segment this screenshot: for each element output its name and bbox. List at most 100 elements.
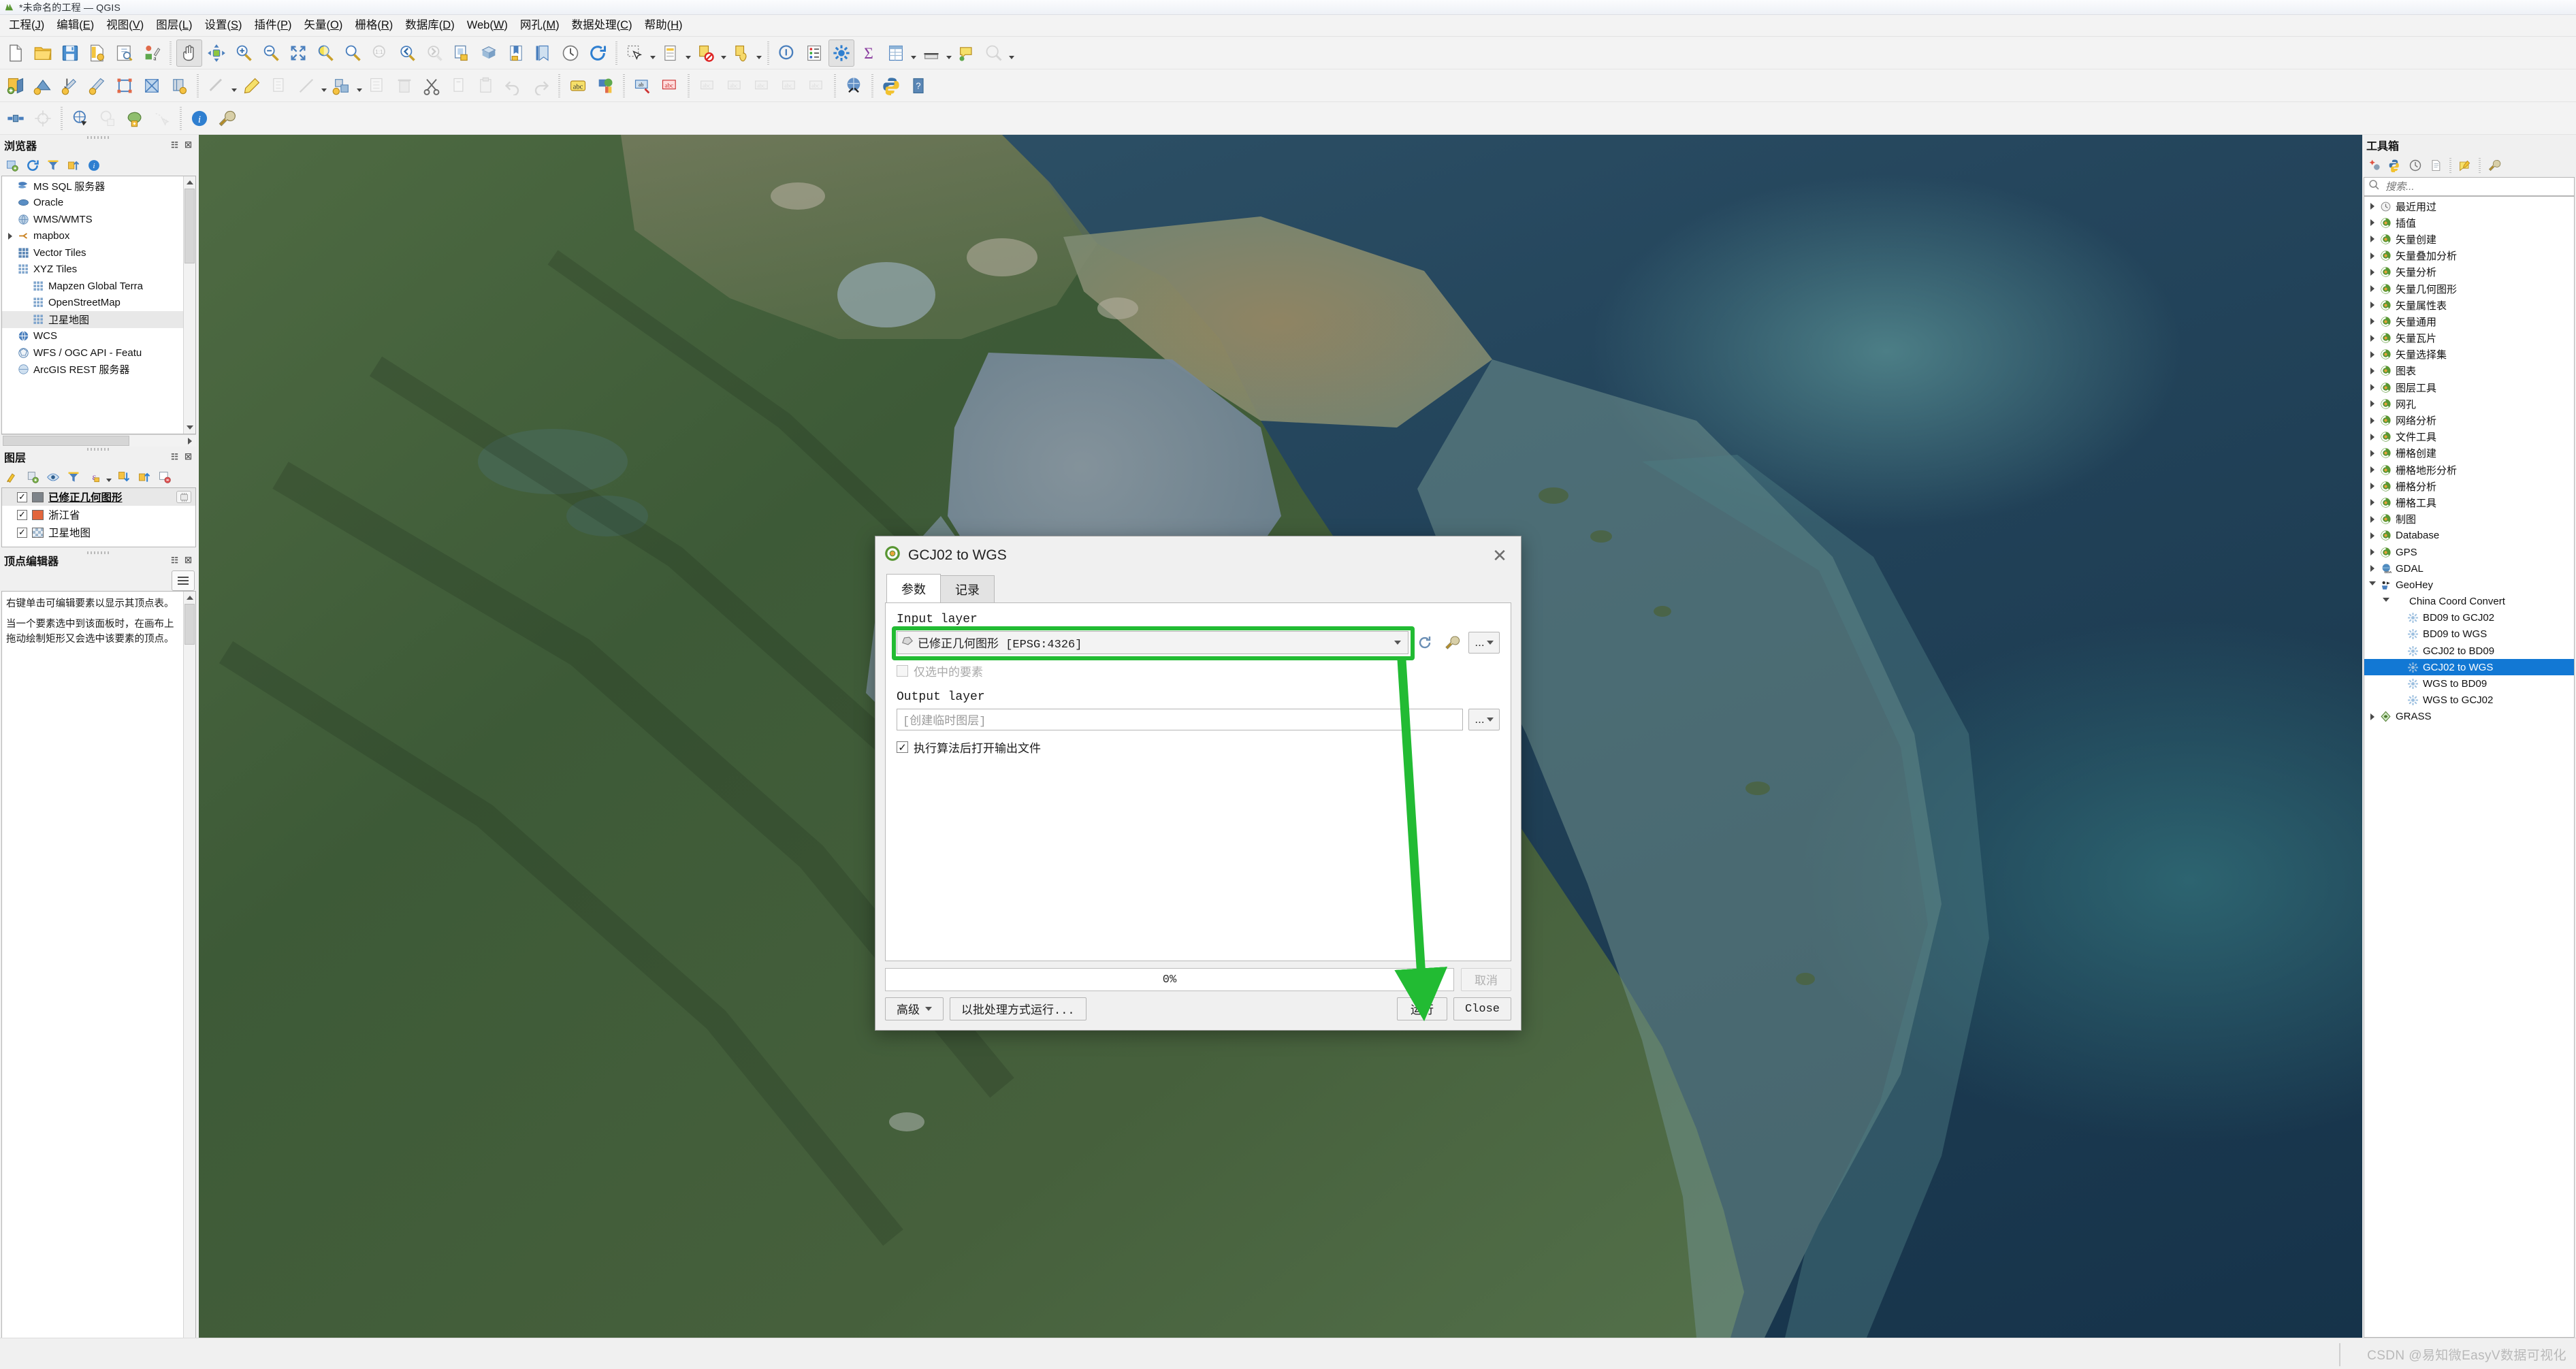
open-project-button[interactable] <box>30 39 56 67</box>
identify-features-dropdown[interactable] <box>755 39 763 67</box>
refresh-icon[interactable] <box>23 157 42 174</box>
georeferencer-button[interactable] <box>67 105 93 132</box>
close-icon[interactable]: ☒ <box>183 140 193 150</box>
menu-item-5[interactable]: 设置(S) <box>198 18 248 33</box>
float-icon[interactable]: ☷ <box>170 555 180 566</box>
expand-arrow-icon[interactable] <box>2367 334 2378 342</box>
toolbox-item[interactable]: 矢量瓦片 <box>2364 330 2574 347</box>
expand-arrow-icon[interactable] <box>2367 483 2378 490</box>
vertex-tool-button[interactable] <box>112 72 138 99</box>
browser-item[interactable]: WFS / OGC API - Featu <box>2 344 183 361</box>
add-group-icon[interactable] <box>23 468 42 486</box>
browser-item[interactable]: ArcGIS REST 服务器 <box>2 361 183 379</box>
output-layer-browse-button[interactable]: ... <box>1468 709 1500 730</box>
add-layer-icon[interactable] <box>3 157 22 174</box>
menu-item-8[interactable]: 栅格(R) <box>349 18 399 33</box>
toolbox-item[interactable]: GCJ02 to BD09 <box>2364 643 2574 659</box>
select-by-value-button[interactable] <box>658 39 683 67</box>
expand-arrow-icon[interactable] <box>2367 532 2378 539</box>
undo-button[interactable] <box>500 72 526 99</box>
measure-line-button[interactable] <box>918 39 944 67</box>
dialog-tab-2[interactable]: 记录 <box>940 575 995 602</box>
expression-filter-dropdown[interactable] <box>105 468 113 486</box>
new-map-view-button[interactable] <box>449 39 474 67</box>
selected-features-only-row[interactable]: 仅选中的要素 <box>897 662 1500 679</box>
current-edits-button[interactable] <box>3 72 29 99</box>
deselect-features-button[interactable] <box>693 39 719 67</box>
highlight-labels-button[interactable]: abc <box>657 72 683 99</box>
rotate-label-button[interactable]: abc <box>694 72 720 99</box>
float-icon[interactable]: ☷ <box>170 452 180 462</box>
expand-arrow-icon[interactable] <box>2367 499 2378 506</box>
label-toolbar-button[interactable]: abc <box>565 72 591 99</box>
filter-icon[interactable] <box>44 157 63 174</box>
layer-visibility-checkbox[interactable]: ✓ <box>17 509 27 520</box>
zoom-out-button[interactable] <box>258 39 284 67</box>
menu-item-6[interactable]: 插件(P) <box>248 18 297 33</box>
expand-arrow-icon[interactable] <box>2367 713 2378 720</box>
layer-visibility-checkbox[interactable]: ✓ <box>17 527 27 538</box>
merge-features-button[interactable] <box>329 72 355 99</box>
browser-tree-container[interactable]: MS SQL 服务器 Oracle WMS/WMTS mapbox Vector Til… <box>1 176 196 434</box>
close-icon[interactable]: ✕ <box>1488 544 1511 567</box>
collapse-all-icon[interactable] <box>64 157 83 174</box>
toolbox-item[interactable]: 矢量分析 <box>2364 264 2574 280</box>
toolbox-item[interactable]: BD09 to WGS <box>2364 626 2574 643</box>
expand-arrow-icon[interactable] <box>2367 367 2378 374</box>
remove-layer-icon[interactable] <box>155 468 174 486</box>
toolbox-item[interactable]: 栅格分析 <box>2364 478 2574 494</box>
scroll-thumb[interactable] <box>184 189 195 263</box>
scroll-down-icon[interactable] <box>184 421 195 434</box>
edit-model-icon[interactable] <box>2456 157 2475 174</box>
menu-item-2[interactable]: 编辑(E) <box>50 18 100 33</box>
expand-arrow-icon[interactable] <box>2381 598 2392 605</box>
toolbox-item[interactable]: Database <box>2364 528 2574 544</box>
iterate-icon[interactable] <box>1414 632 1436 654</box>
browser-item[interactable]: 卫星地图 <box>2 311 183 328</box>
layer-visibility-checkbox[interactable]: ✓ <box>17 492 27 502</box>
menu-item-1[interactable]: 工程(J) <box>3 18 50 33</box>
toolbox-item[interactable]: 图层工具 <box>2364 379 2574 396</box>
new-label-button[interactable]: ab <box>630 72 656 99</box>
expand-arrow-icon[interactable] <box>2367 466 2378 474</box>
browser-horizontal-scrollbar[interactable] <box>1 434 196 447</box>
deselect-features-dropdown[interactable] <box>720 39 728 67</box>
identify-features-button[interactable] <box>728 39 754 67</box>
gps-information-button[interactable] <box>3 105 29 132</box>
pinned-labels-dropdown[interactable] <box>1008 39 1016 67</box>
reshape-features-button[interactable] <box>364 72 390 99</box>
input-layer-combo[interactable]: 已修正几何图形 [EPSG:4326] <box>897 631 1408 654</box>
browser-tree[interactable]: MS SQL 服务器 Oracle WMS/WMTS mapbox Vector Til… <box>2 176 195 378</box>
browser-item[interactable]: WMS/WMTS <box>2 211 183 228</box>
save-layer-edits-button[interactable] <box>57 72 83 99</box>
browser-item[interactable]: OpenStreetMap <box>2 295 183 312</box>
expand-arrow-icon[interactable] <box>2367 318 2378 325</box>
pan-map-button[interactable] <box>176 39 202 67</box>
input-layer-browse-button[interactable]: ... <box>1468 632 1500 654</box>
toolbox-item[interactable]: GRASS <box>2364 709 2574 725</box>
close-button[interactable]: Close <box>1453 997 1511 1020</box>
hscroll-thumb[interactable] <box>3 436 129 446</box>
toolbox-item[interactable]: 矢量叠加分析 <box>2364 248 2574 264</box>
results-icon[interactable] <box>2426 157 2445 174</box>
style-manager-icon[interactable] <box>3 468 22 486</box>
layer-row[interactable]: ✓ 浙江省 <box>2 506 195 524</box>
add-raster-georef-button[interactable] <box>95 105 120 132</box>
hamburger-icon[interactable] <box>172 570 195 591</box>
select-by-value-dropdown[interactable] <box>684 39 692 67</box>
toolbox-item[interactable]: 网孔 <box>2364 396 2574 412</box>
cancel-button[interactable]: 取消 <box>1461 968 1511 991</box>
selected-features-only-checkbox[interactable] <box>897 665 908 677</box>
copy-clipboard-button[interactable] <box>446 72 472 99</box>
show-pinned-labels-button[interactable] <box>981 39 1007 67</box>
expand-arrow-icon[interactable] <box>2367 400 2378 408</box>
open-output-row[interactable]: ✓ 执行算法后打开输出文件 <box>897 739 1500 756</box>
add-feature-button[interactable] <box>84 72 110 99</box>
toolbox-item[interactable]: BD09 to GCJ02 <box>2364 610 2574 626</box>
close-icon[interactable]: ☒ <box>183 452 193 462</box>
pin-label-button[interactable]: abc <box>749 72 775 99</box>
layers-list[interactable]: ✓ 已修正几何图形 ✓ 浙江省 ✓ 卫星地图 <box>1 487 196 547</box>
zoom-in-button[interactable] <box>231 39 257 67</box>
float-icon[interactable]: ☷ <box>170 140 180 150</box>
zoom-to-layer-button[interactable] <box>340 39 366 67</box>
